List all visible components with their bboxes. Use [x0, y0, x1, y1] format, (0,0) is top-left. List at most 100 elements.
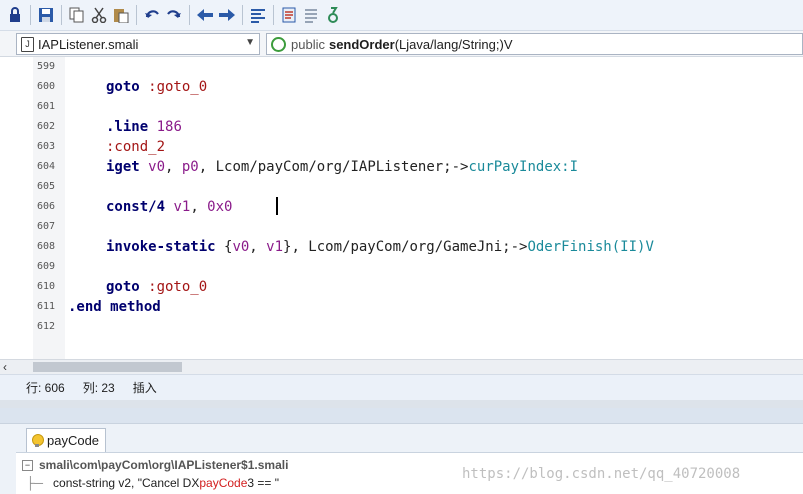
paste-icon[interactable] [110, 3, 132, 27]
scroll-left-icon[interactable]: ‹ [3, 360, 7, 374]
member-selector[interactable]: public sendOrder (Ljava/lang/String;)V [266, 33, 803, 55]
line-number: 603 [37, 141, 56, 152]
line-number: 607 [37, 221, 56, 232]
status-insert-mode: 插入 [132, 381, 157, 395]
code-line[interactable]: 608 invoke-static {v0, v1}, Lcom/payCom/o… [0, 237, 803, 257]
line-number: 606 [37, 201, 56, 212]
compile-icon[interactable] [322, 3, 344, 27]
code-token: v1 [266, 239, 284, 255]
line-number: 602 [37, 121, 56, 132]
line-number: 601 [37, 101, 56, 112]
result-suffix: 3 == " [247, 476, 280, 490]
line-number: 605 [37, 181, 56, 192]
code-token: .end method [68, 299, 161, 315]
code-token: p0 [173, 159, 199, 175]
code-token: OderFinish(II)V [527, 239, 654, 255]
cut-icon[interactable] [88, 3, 110, 27]
horizontal-scrollbar[interactable]: ‹ [0, 359, 803, 374]
toolbar-separator [30, 5, 31, 25]
line-number: 600 [37, 81, 56, 92]
watermark-text: https://blog.csdn.net/qq_40720008 [462, 466, 741, 482]
lock-icon[interactable] [4, 3, 26, 27]
main-toolbar [0, 0, 803, 31]
member-modifier: public [291, 36, 325, 52]
nav-forward-icon[interactable] [216, 3, 238, 27]
save-icon[interactable] [35, 3, 57, 27]
line-number: 612 [37, 321, 56, 332]
code-text: .line 186 [106, 117, 182, 137]
code-text: iget v0, p0, Lcom/payCom/org/IAPListener… [106, 157, 578, 177]
code-token: const/4 [106, 199, 166, 215]
code-token: 186 [148, 119, 182, 135]
code-line[interactable]: 609 [0, 257, 803, 277]
code-line[interactable]: 601 [0, 97, 803, 117]
line-number: 610 [37, 281, 56, 292]
scrollbar-thumb[interactable] [33, 362, 182, 372]
panel-header [0, 408, 803, 424]
toolbar-separator [273, 5, 274, 25]
collapse-icon[interactable]: − [22, 459, 33, 471]
line-number: 611 [37, 301, 56, 312]
code-token: .line [106, 119, 149, 135]
line-number: 599 [37, 61, 56, 72]
code-token: iget [106, 159, 140, 175]
file-selector[interactable]: J IAPListener.smali ▼ [16, 33, 260, 55]
undo-icon[interactable] [141, 3, 163, 27]
toolbar-separator [242, 5, 243, 25]
code-line[interactable]: 607 [0, 217, 803, 237]
code-line[interactable]: 606 const/4 v1, 0x0 [0, 197, 803, 217]
nav-back-icon[interactable] [194, 3, 216, 27]
code-editor[interactable]: 599 600 goto :goto_0 601 602 .line 186 603:con… [0, 57, 803, 359]
code-token: v0 [232, 239, 250, 255]
code-token: , [190, 199, 199, 215]
code-token: :cond_2 [106, 139, 166, 155]
code-token: { [215, 239, 233, 255]
bookmark-icon[interactable] [278, 3, 300, 27]
lightbulb-icon [31, 433, 44, 448]
redo-icon[interactable] [163, 3, 185, 27]
copy-icon[interactable] [66, 3, 88, 27]
tree-file-row[interactable]: − smali\com\payCom\org\IAPListener$1.sma… [22, 457, 288, 473]
find-results-panel: payCode − smali\com\payCom\org\IAPListen… [0, 408, 803, 494]
code-token: curPayIndex:I [468, 159, 579, 175]
format-icon[interactable] [247, 3, 269, 27]
code-token: invoke-static [106, 239, 216, 255]
code-token: v0 [139, 159, 166, 175]
code-token: goto [106, 79, 140, 95]
result-match: payCode [199, 476, 248, 490]
tab-paycode[interactable]: payCode [26, 428, 107, 452]
panel-splitter[interactable] [0, 400, 803, 408]
result-prefix: const-string v2, "Cancel DX [53, 476, 200, 490]
member-signature: (Ljava/lang/String;)V [394, 36, 513, 52]
code-line[interactable]: 603 :cond_2 [0, 137, 803, 157]
code-line[interactable]: 600 goto :goto_0 [0, 77, 803, 97]
tab-label: payCode [47, 433, 100, 448]
status-row: 行: 606 [26, 381, 65, 395]
code-text: invoke-static {v0, v1}, Lcom/payCom/org/… [106, 237, 654, 257]
line-number: 609 [37, 261, 56, 272]
tree-result-row[interactable]: ├─ const-string v2, "Cancel DX payCode 3… [22, 475, 279, 491]
code-token: , Lcom/payCom/org/IAPListener;-> [198, 159, 469, 175]
chevron-down-icon[interactable]: ▼ [245, 37, 255, 48]
code-line[interactable]: 612 [0, 317, 803, 337]
text-caret [276, 197, 278, 215]
code-token: goto [106, 279, 140, 295]
code-line[interactable]: 610 goto :goto_0 [0, 277, 803, 297]
code-text: .end method [68, 297, 161, 317]
tree-file-path: smali\com\payCom\org\IAPListener$1.smali [39, 458, 289, 472]
code-token: v1 [165, 199, 191, 215]
toolbar-separator [61, 5, 62, 25]
line-number: 608 [37, 241, 56, 252]
code-line[interactable]: 605 [0, 177, 803, 197]
file-icon: J [21, 36, 34, 52]
align-icon[interactable] [300, 3, 322, 27]
code-line[interactable]: 602 .line 186 [0, 117, 803, 137]
status-bar: 行: 606 列: 23 插入 [0, 374, 803, 400]
code-line[interactable]: 611 .end method [0, 297, 803, 317]
code-line[interactable]: 599 [0, 57, 803, 77]
code-text: :cond_2 [106, 137, 165, 157]
tree-guide-line: ├─ [26, 476, 44, 490]
code-token: , [249, 239, 267, 255]
status-column: 列: 23 [82, 381, 115, 395]
code-line[interactable]: 604 iget v0, p0, Lcom/payCom/org/IAPListe… [0, 157, 803, 177]
